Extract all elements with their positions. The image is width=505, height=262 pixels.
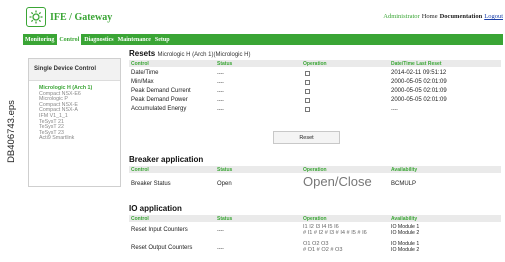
- col-status: Status: [217, 216, 233, 222]
- resets-table-header: Control Status Operation Date/Time Last …: [129, 60, 501, 67]
- tab-diagnostics[interactable]: Diagnostics: [82, 34, 115, 45]
- row-status: ----: [217, 89, 224, 95]
- device-panel-title: Single Device Control: [29, 59, 120, 81]
- gateway-window: IFE / Gateway Administrator Home Documen…: [23, 3, 503, 262]
- col-control: Control: [131, 61, 149, 67]
- logout-link[interactable]: Logout: [484, 13, 503, 20]
- row-status: ----: [217, 107, 224, 113]
- row-status: ----: [217, 80, 224, 86]
- row-status: ----: [217, 228, 224, 234]
- close-breaker-button[interactable]: Close: [338, 174, 371, 189]
- io-table-header: Control Status Operation Availability: [129, 215, 501, 222]
- col-status: Status: [217, 167, 233, 173]
- row-last-reset: 2000-05-05 02:01:09: [391, 79, 447, 85]
- breaker-status-value: Open: [217, 181, 232, 187]
- figure-side-label: DB406743.eps: [0, 0, 22, 262]
- resets-device-subtitle: Micrologic H (Arch 1)(Micrologic H): [157, 52, 251, 58]
- col-control: Control: [131, 216, 149, 222]
- device-item-acti9-smartlink[interactable]: Acti9 Smartlink: [39, 136, 120, 142]
- col-availability: Availability: [391, 167, 418, 173]
- user-role-label: Administrator: [383, 13, 420, 20]
- col-operation: Operation: [303, 216, 327, 222]
- documentation-link[interactable]: Documentation: [440, 13, 483, 20]
- breaker-operation: Open/Close: [303, 174, 372, 189]
- top-bar: IFE / Gateway Administrator Home Documen…: [23, 3, 503, 33]
- availability-line2: IO Module 2: [391, 230, 420, 236]
- row-control: Peak Demand Current: [131, 88, 191, 94]
- reset-checkbox-peak-power[interactable]: [305, 98, 310, 103]
- tab-monitoring[interactable]: Monitoring: [23, 34, 56, 45]
- col-operation: Operation: [303, 167, 327, 173]
- col-availability: Availability: [391, 216, 418, 222]
- reset-output-counters-label: Reset Output Counters: [131, 245, 193, 251]
- col-status: Status: [217, 61, 233, 67]
- row-status: ----: [217, 71, 224, 77]
- device-list: Micrologic H (Arch 1) Compact NSX-E6 Mic…: [29, 81, 120, 142]
- app-title: IFE / Gateway: [50, 12, 113, 23]
- device-panel: Single Device Control Micrologic H (Arch…: [28, 58, 121, 187]
- open-breaker-button[interactable]: Open: [303, 174, 335, 189]
- row-last-reset: 2000-05-05 02:01:09: [391, 97, 447, 103]
- row-last-reset: 2000-05-05 02:01:09: [391, 88, 447, 94]
- row-last-reset: ----: [391, 107, 398, 113]
- tab-setup[interactable]: Setup: [153, 34, 172, 45]
- row-status: ----: [217, 98, 224, 104]
- col-datetime: Date/Time Last Reset: [391, 61, 442, 67]
- tab-control[interactable]: Control: [56, 34, 83, 45]
- row-control: Min/Max: [131, 79, 154, 85]
- availability-line2: IO Module 2: [391, 247, 420, 253]
- output-counters-line2[interactable]: # O1 # O2 # O3: [303, 247, 343, 253]
- reset-checkbox-energy[interactable]: [305, 107, 310, 112]
- home-link[interactable]: Home: [422, 13, 438, 20]
- figure-reference: DB406743.eps: [5, 99, 17, 163]
- resets-title: Resets: [129, 49, 156, 58]
- breaker-section-title: Breaker application: [129, 155, 204, 164]
- reset-input-counters-label: Reset Input Counters: [131, 227, 188, 233]
- breaker-availability: BCMULP: [391, 181, 417, 187]
- breaker-status-label: Breaker Status: [131, 181, 171, 187]
- row-control: Date/Time: [131, 70, 159, 76]
- col-operation: Operation: [303, 61, 327, 67]
- row-control: Accumulated Energy: [131, 106, 187, 112]
- breaker-table-header: Control Status Operation Availability: [129, 166, 501, 173]
- row-status: ----: [217, 246, 224, 252]
- reset-checkbox-minmax[interactable]: [305, 80, 310, 85]
- gear-icon[interactable]: [26, 7, 46, 27]
- resets-section-title: Resets Micrologic H (Arch 1)(Micrologic …: [129, 49, 251, 58]
- row-last-reset: 2014-02-11 09:51:12: [391, 70, 447, 76]
- header-links: Administrator Home Documentation Logout: [383, 13, 503, 20]
- row-control: Peak Demand Power: [131, 97, 188, 103]
- reset-button[interactable]: Reset: [273, 131, 340, 144]
- reset-checkbox-peak-current[interactable]: [305, 89, 310, 94]
- col-control: Control: [131, 167, 149, 173]
- tab-maintenance[interactable]: Maintenance: [116, 34, 153, 45]
- input-counters-line2[interactable]: # I1 # I2 # I3 # I4 # I5 # I6: [303, 230, 367, 236]
- reset-checkbox-datetime[interactable]: [305, 71, 310, 76]
- io-section-title: IO application: [129, 204, 182, 213]
- main-nav: Monitoring Control Diagnostics Maintenan…: [23, 34, 503, 45]
